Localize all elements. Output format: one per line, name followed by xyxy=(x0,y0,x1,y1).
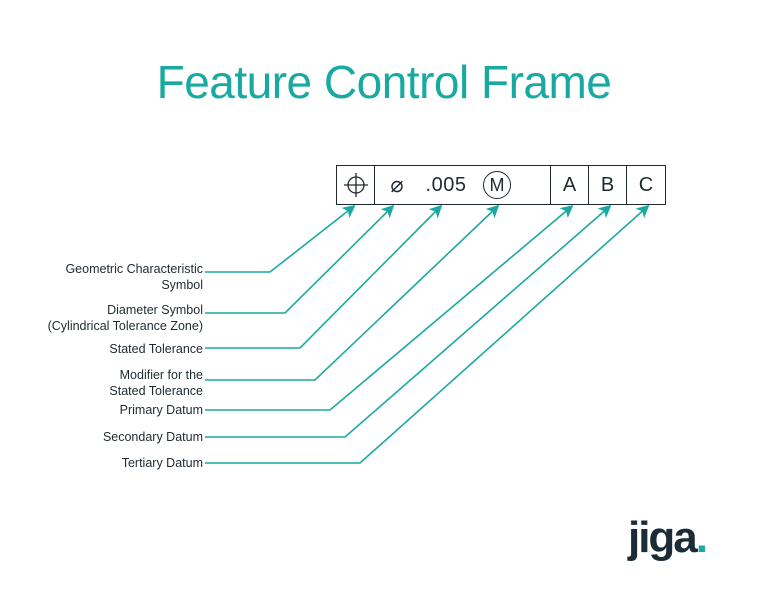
fcf-primary-datum-cell: A xyxy=(551,166,589,204)
label-primary-datum: Primary Datum xyxy=(53,403,203,419)
fcf-geom-characteristic-cell xyxy=(337,166,375,204)
fcf-secondary-datum-cell: B xyxy=(589,166,627,204)
label-modifier: Modifier for theStated Tolerance xyxy=(53,368,203,399)
true-position-icon xyxy=(344,173,368,197)
material-condition-modifier: M xyxy=(483,171,511,199)
fcf-tertiary-datum-cell: C xyxy=(627,166,665,204)
fcf-tolerance-cell: ⌀ .005 M xyxy=(375,166,551,204)
label-geometric-characteristic: Geometric CharacteristicSymbol xyxy=(33,262,203,293)
jiga-logo: jiga. xyxy=(628,513,706,563)
label-stated-tolerance: Stated Tolerance xyxy=(53,342,203,358)
logo-dot: . xyxy=(696,513,706,562)
logo-text: jiga xyxy=(628,513,696,562)
feature-control-frame: ⌀ .005 M A B C xyxy=(336,165,666,205)
tolerance-value: .005 xyxy=(415,166,477,204)
diameter-symbol: ⌀ xyxy=(379,166,415,204)
label-tertiary-datum: Tertiary Datum xyxy=(53,456,203,472)
diagram-canvas: Feature Control Frame ⌀ .005 M A B C xyxy=(0,0,768,613)
label-diameter-symbol: Diameter Symbol(Cylindrical Tolerance Zo… xyxy=(3,303,203,334)
label-secondary-datum: Secondary Datum xyxy=(53,430,203,446)
diagram-title: Feature Control Frame xyxy=(0,55,768,109)
